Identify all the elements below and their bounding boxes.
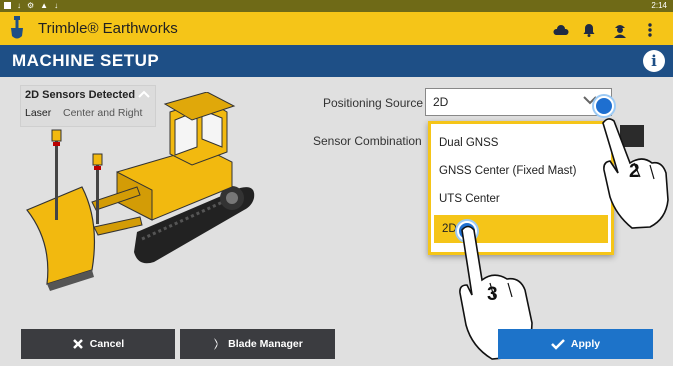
positioning-source-label: Positioning Source — [323, 96, 424, 110]
tap-indicator — [594, 96, 614, 116]
cloud-icon[interactable] — [552, 21, 570, 39]
blade-icon — [214, 338, 218, 350]
title-bar: MACHINE SETUP i — [0, 45, 673, 77]
download-icon: ↓ — [17, 1, 21, 10]
step-2-label: 2 — [629, 161, 640, 182]
settings-icon: ⚙ — [27, 1, 35, 10]
main-panel: 2D Sensors Detected Laser Center and Rig… — [0, 77, 673, 366]
notification-icons: ↓ ⚙ ▲ ↓ — [4, 1, 58, 10]
option-uts-center[interactable]: UTS Center — [431, 185, 611, 213]
blade-manager-label: Blade Manager — [228, 338, 303, 350]
page-title: MACHINE SETUP — [12, 51, 160, 70]
close-icon — [72, 339, 83, 349]
sensors-detected-panel[interactable]: 2D Sensors Detected Laser Center and Rig… — [20, 85, 156, 127]
more-vertical-icon[interactable] — [641, 21, 659, 39]
cancel-label: Cancel — [89, 338, 125, 350]
warning-icon: ▲ — [40, 1, 49, 10]
bell-icon[interactable] — [580, 21, 598, 39]
positioning-source-select[interactable]: 2D — [425, 88, 612, 116]
chevron-up-icon[interactable] — [138, 90, 150, 98]
trimble-logo-icon — [11, 16, 23, 39]
info-icon[interactable]: i — [643, 50, 665, 72]
sensors-title: 2D Sensors Detected — [25, 89, 136, 101]
check-icon — [551, 339, 565, 350]
apply-button[interactable]: Apply — [498, 329, 653, 359]
blade-manager-button[interactable]: Blade Manager — [180, 329, 335, 359]
sensor-type-label: Laser — [25, 107, 52, 119]
app-bar: Trimble® Earthworks — [0, 12, 673, 45]
download-icon: ↓ — [54, 1, 59, 10]
step-3-label: 3 — [487, 284, 498, 305]
clock: 2:14 — [651, 1, 667, 10]
cancel-button[interactable]: Cancel — [21, 329, 175, 359]
option-dual-gnss[interactable]: Dual GNSS — [431, 129, 611, 157]
square-icon — [4, 2, 11, 9]
sensor-position-value: Center and Right — [63, 107, 143, 119]
positioning-source-value: 2D — [433, 95, 449, 109]
apply-label: Apply — [570, 338, 601, 350]
sensor-combination-label: Sensor Combination — [313, 134, 422, 148]
app-title: Trimble® Earthworks — [38, 20, 178, 37]
operator-icon[interactable] — [611, 21, 629, 39]
option-gnss-center-fixed-mast[interactable]: GNSS Center (Fixed Mast) — [431, 157, 611, 185]
status-bar: ↓ ⚙ ▲ ↓ 2:14 — [0, 0, 673, 12]
